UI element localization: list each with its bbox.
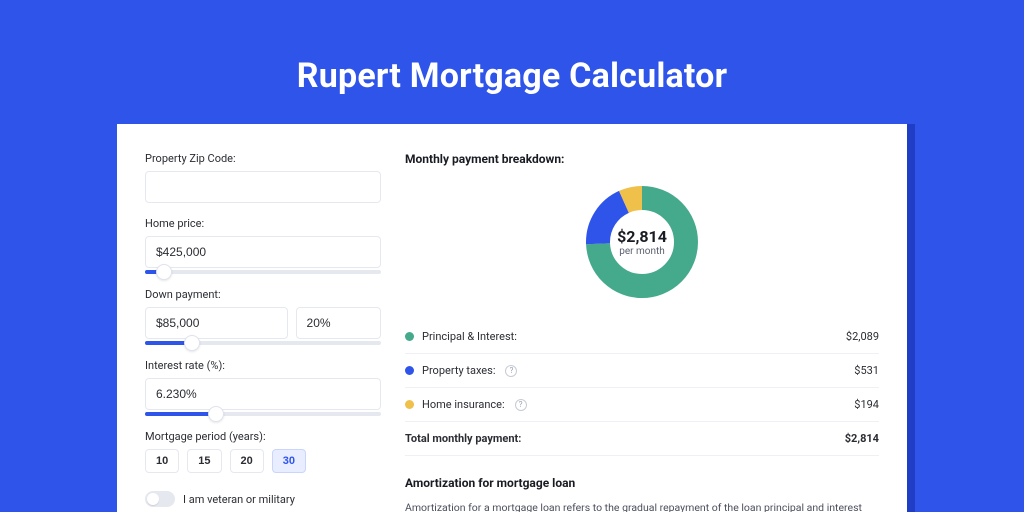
breakdown-panel: Monthly payment breakdown: $2,814 per mo… (405, 152, 879, 512)
total-row: Total monthly payment: $2,814 (405, 422, 879, 456)
veteran-toggle-row: I am veteran or military (145, 491, 381, 507)
legend-dot (405, 366, 414, 375)
down-payment-slider[interactable] (145, 341, 381, 345)
breakdown-item-value: $2,089 (846, 330, 879, 343)
down-payment-label: Down payment: (145, 288, 381, 301)
donut-chart: $2,814 per month (582, 182, 702, 302)
slider-thumb[interactable] (208, 406, 224, 422)
veteran-toggle-label: I am veteran or military (183, 493, 295, 506)
breakdown-item-label: Principal & Interest: (422, 330, 517, 343)
period-button-15[interactable]: 15 (187, 449, 221, 473)
interest-rate-slider[interactable] (145, 412, 381, 416)
interest-rate-input[interactable] (145, 378, 381, 410)
mortgage-period-field: Mortgage period (years): 10 15 20 30 (145, 430, 381, 473)
help-icon[interactable]: ? (505, 365, 517, 377)
zip-field: Property Zip Code: (145, 152, 381, 203)
amortization-title: Amortization for mortgage loan (405, 476, 879, 490)
home-price-slider[interactable] (145, 270, 381, 274)
breakdown-title: Monthly payment breakdown: (405, 152, 879, 166)
page-title: Rupert Mortgage Calculator (0, 0, 1024, 124)
amortization-section: Amortization for mortgage loan Amortizat… (405, 476, 879, 512)
mortgage-period-options: 10 15 20 30 (145, 449, 381, 473)
home-price-field: Home price: (145, 217, 381, 274)
period-button-30[interactable]: 30 (272, 449, 306, 473)
legend-dot (405, 400, 414, 409)
zip-input[interactable] (145, 171, 381, 203)
total-label: Total monthly payment: (405, 432, 521, 445)
breakdown-item-label: Property taxes: (422, 364, 495, 377)
breakdown-row: Property taxes:? $531 (405, 354, 879, 388)
breakdown-item-value: $531 (854, 364, 879, 377)
breakdown-row: Home insurance:? $194 (405, 388, 879, 422)
donut-chart-wrap: $2,814 per month (405, 178, 879, 320)
donut-center-label: per month (619, 246, 665, 257)
interest-rate-label: Interest rate (%): (145, 359, 381, 372)
mortgage-period-label: Mortgage period (years): (145, 430, 381, 443)
calculator-card: Property Zip Code: Home price: Down paym… (117, 124, 907, 512)
zip-label: Property Zip Code: (145, 152, 381, 165)
legend-dot (405, 332, 414, 341)
breakdown-row: Principal & Interest: $2,089 (405, 320, 879, 354)
breakdown-item-value: $194 (854, 398, 879, 411)
donut-center-value: $2,814 (617, 227, 667, 246)
period-button-10[interactable]: 10 (145, 449, 179, 473)
total-value: $2,814 (845, 432, 879, 445)
help-icon[interactable]: ? (515, 399, 527, 411)
donut-center: $2,814 per month (582, 182, 702, 302)
down-payment-input[interactable] (145, 307, 288, 339)
down-payment-percent-input[interactable] (296, 307, 381, 339)
down-payment-field: Down payment: (145, 288, 381, 345)
toggle-knob (147, 493, 159, 505)
amortization-body: Amortization for a mortgage loan refers … (405, 500, 879, 512)
period-button-20[interactable]: 20 (230, 449, 264, 473)
home-price-label: Home price: (145, 217, 381, 230)
form-panel: Property Zip Code: Home price: Down paym… (145, 152, 381, 512)
breakdown-rows: Principal & Interest: $2,089 Property taxe… (405, 320, 879, 422)
slider-thumb[interactable] (156, 264, 172, 280)
slider-thumb[interactable] (184, 335, 200, 351)
breakdown-item-label: Home insurance: (422, 398, 505, 411)
home-price-input[interactable] (145, 236, 381, 268)
interest-rate-field: Interest rate (%): (145, 359, 381, 416)
veteran-toggle[interactable] (145, 491, 175, 507)
